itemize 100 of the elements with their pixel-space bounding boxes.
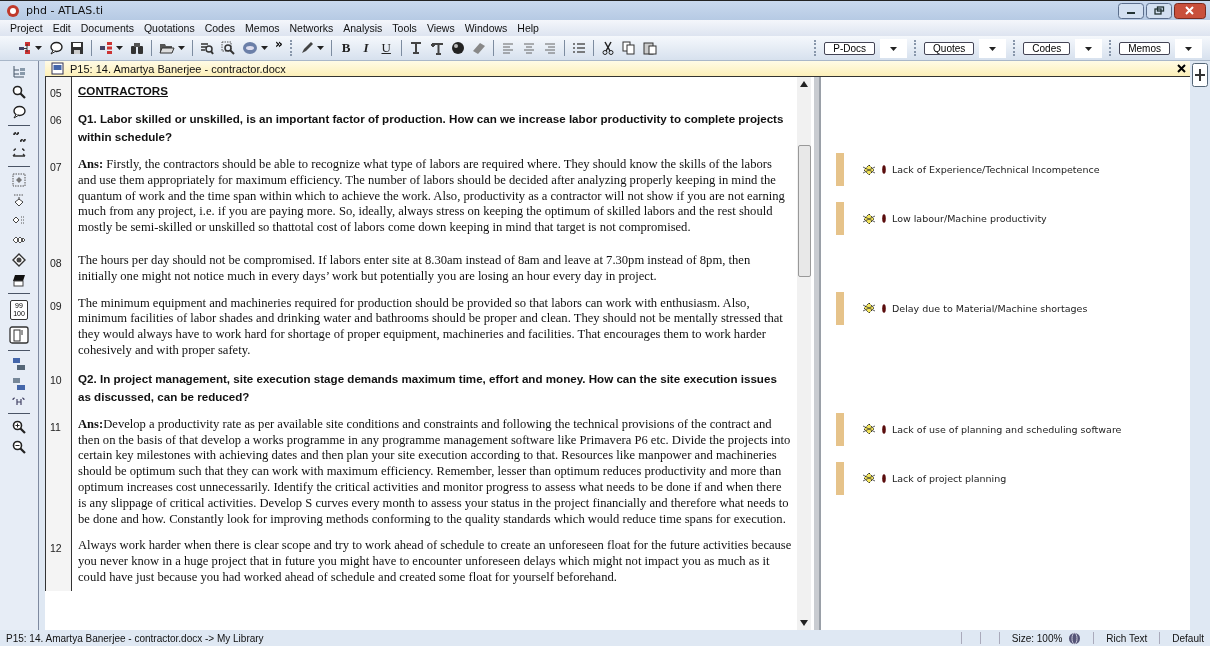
scroll-up-icon[interactable] [800, 81, 808, 87]
menu-item[interactable]: Networks [289, 22, 334, 34]
binoculars-icon[interactable] [130, 41, 144, 55]
code-icon[interactable] [862, 212, 876, 225]
color-circle-icon[interactable] [450, 41, 465, 55]
menu-item[interactable]: Tools [392, 22, 417, 34]
scroll-thumb[interactable] [797, 145, 811, 277]
paragraph-text: Ans: Firstly, the contractors should be able to recognize what type of labors are required where. They should know the skills of the labors and use them appropriately for maximum efficiency. The number of labors should be decided after analyzing properly keeping in mind the quantum of work and the time span within which to achieve the work. Also, productivity as a contractor will not show if you are not earning much from any project, i.e. if you are paying more. So, ideally, always stress on keeping the optimum of skilled labors and the rest should mostly be semi-skilled or unskilled so thattotal cost of labors come down keeping in mind that target is not compromised. [77, 156, 786, 237]
code-label[interactable]: Delay due to Material/Machine shortages [892, 302, 1088, 314]
caret-icon[interactable] [316, 46, 324, 50]
italic-button[interactable]: I [360, 40, 372, 56]
line-number: 10 [45, 363, 72, 411]
window-right-icon[interactable] [12, 377, 26, 391]
document-icon [51, 62, 64, 75]
code-icon[interactable] [862, 423, 876, 436]
font-icon[interactable] [408, 41, 423, 55]
query-icon[interactable] [200, 41, 214, 55]
code-icon[interactable] [862, 302, 876, 315]
restore-button[interactable] [1146, 2, 1172, 19]
network-icon[interactable] [18, 41, 32, 55]
code-label[interactable]: Lack of use of planning and scheduling software [892, 423, 1122, 435]
line-number: 11 [45, 410, 72, 533]
search-icon[interactable] [221, 41, 235, 55]
expand-panel-icon[interactable] [1192, 63, 1208, 87]
code-label[interactable]: Low labour/Machine productivity [892, 213, 1047, 224]
menu-item[interactable]: Codes [204, 22, 236, 34]
zoom-out-icon[interactable] [12, 440, 26, 454]
manager-button[interactable]: Codes [1023, 41, 1071, 55]
caret-icon[interactable] [35, 46, 42, 50]
overflow-button[interactable]: » [275, 37, 283, 51]
line-number: 08 [45, 247, 72, 290]
caret-icon[interactable] [178, 46, 185, 50]
scroll-down-icon[interactable] [800, 620, 808, 626]
manager-button[interactable]: Quotes [924, 41, 975, 55]
code-grid-icon[interactable] [12, 173, 26, 187]
caret-icon[interactable] [116, 46, 123, 50]
tree-icon[interactable] [11, 65, 27, 79]
menu-item[interactable]: Views [426, 22, 455, 34]
status-path: P15: 14. Amartya Banerjee - contractor.docx -> My Library [6, 632, 264, 644]
window-left-icon[interactable] [12, 357, 26, 371]
dropdown-button[interactable] [1175, 38, 1202, 58]
dropdown-button[interactable] [880, 38, 908, 58]
menu-item[interactable]: Project [10, 22, 43, 34]
menu-item[interactable]: Help [517, 22, 539, 34]
code-marker-icon [882, 303, 886, 313]
comment-icon[interactable] [49, 41, 63, 55]
memo-icon[interactable] [12, 273, 26, 287]
folder-icon[interactable] [159, 41, 175, 55]
scrollbar[interactable] [797, 77, 811, 630]
quote-bracket-icon[interactable] [12, 397, 26, 407]
dropdown-button[interactable] [1075, 38, 1103, 58]
menu-item[interactable]: Documents [80, 22, 134, 34]
zoom-in-icon[interactable] [12, 420, 26, 434]
scissors-icon[interactable] [600, 41, 615, 55]
code-list-icon[interactable] [12, 213, 26, 227]
manager-button[interactable]: P-Docs [824, 41, 876, 55]
code-target-icon[interactable] [12, 253, 26, 267]
hierarchy-icon[interactable] [99, 41, 113, 55]
paste-icon[interactable] [642, 41, 657, 55]
paragraph-text: Always work harder when there is clear scope and try to work ahead of schedule to create an unforeseen float for the future activities because you never know in a huge project that in future you might have to encounter unforeseen delays which might not impact you as much as it could have just because you had worked ahead of schedule and created some float for yourself beforehand. [77, 537, 793, 586]
menu-item[interactable]: Memos [245, 22, 280, 34]
globe-icon[interactable] [242, 41, 258, 55]
close-icon[interactable] [1177, 64, 1186, 73]
dropdown-button[interactable] [979, 38, 1007, 58]
minimize-button[interactable] [1118, 2, 1144, 19]
line-number: 07 [45, 151, 72, 247]
manager-button[interactable]: Memos [1119, 41, 1170, 55]
close-button[interactable] [1174, 2, 1206, 19]
globe-icon[interactable] [1068, 631, 1082, 645]
save-icon[interactable] [70, 41, 84, 55]
comment-icon[interactable] [12, 105, 26, 119]
code-icon[interactable] [862, 472, 876, 485]
margin-toggle-icon[interactable] [9, 326, 29, 344]
menu-item[interactable]: Quotations [143, 22, 195, 34]
code-marker-icon [882, 214, 886, 223]
quote-icon[interactable] [12, 132, 26, 142]
eraser-icon[interactable] [471, 41, 486, 55]
search-icon[interactable] [12, 85, 26, 99]
caret-icon[interactable] [261, 46, 268, 50]
font-plus-icon[interactable] [429, 41, 444, 55]
menu-item[interactable]: Windows [464, 22, 508, 34]
bold-button[interactable]: B [338, 40, 354, 56]
document-title: P15: 14. Amartya Banerjee - contractor.docx [70, 62, 286, 75]
code-label[interactable]: Lack of project planning [892, 472, 1007, 484]
code-icon[interactable] [862, 163, 876, 176]
paragraph-text: CONTRACTORS [77, 83, 169, 99]
list-icon[interactable] [571, 41, 586, 55]
code-marker-icon [882, 424, 886, 434]
menu-item[interactable]: Analysis [343, 22, 383, 34]
paragraph-text: Q2. In project management, site execution stage demands maximum time, effort and money. How can the site execution issues as discussed, can be reduced? [77, 370, 778, 405]
menu-item[interactable]: Edit [52, 22, 71, 34]
zoom-level: Size: 100% [1011, 632, 1063, 644]
quote-expand-icon[interactable] [12, 148, 26, 160]
text-format: Rich Text [1106, 632, 1148, 644]
underline-button[interactable]: U [378, 40, 394, 56]
code-down-icon[interactable] [12, 193, 26, 207]
pen-icon[interactable] [299, 41, 314, 55]
paragraph-text: Q1. Labor skilled or unskilled, is an important factor of production. How can we increase labor productivity to complete projects within schedule? [77, 111, 785, 145]
copy-icon[interactable] [621, 41, 636, 55]
code-label[interactable]: Lack of Experience/Technical Incompetence [892, 164, 1100, 175]
